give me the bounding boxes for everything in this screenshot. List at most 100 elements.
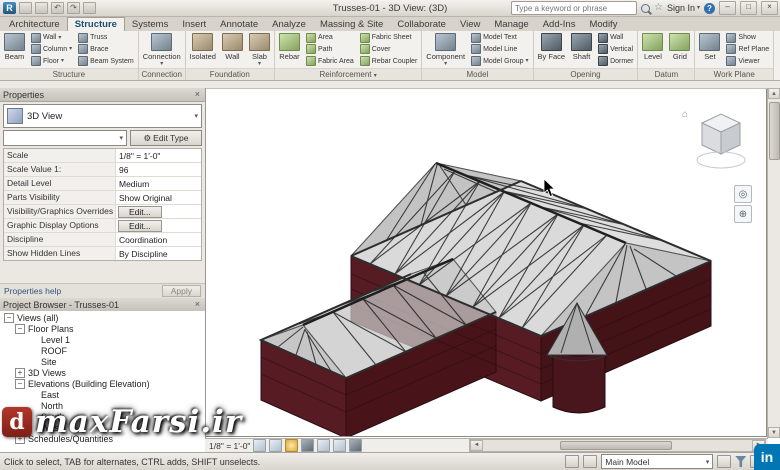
maximize-button[interactable]: □ (740, 1, 757, 15)
tree-item[interactable]: Site (0, 356, 205, 367)
crop-view-icon[interactable] (333, 439, 347, 452)
wall-foundation-button[interactable]: Wall (220, 32, 245, 67)
edit-button[interactable]: Edit... (118, 205, 162, 218)
set-button[interactable]: Set (697, 32, 722, 67)
rendering-icon[interactable] (317, 439, 331, 452)
component-button[interactable]: Component ▾ (424, 32, 467, 67)
print-icon[interactable] (83, 2, 96, 14)
beam-system-button[interactable]: Beam System (76, 56, 136, 67)
viewer-button[interactable]: Viewer (724, 56, 771, 67)
tree-item[interactable]: − Floor Plans (0, 323, 205, 334)
property-value[interactable]: Medium (116, 179, 201, 189)
tree-item[interactable]: South (0, 411, 205, 422)
tab-architecture[interactable]: Architecture (2, 18, 67, 31)
panel-label-datum[interactable]: Datum (638, 68, 695, 80)
shadows-icon[interactable] (301, 439, 315, 452)
tree-item[interactable]: East (0, 389, 205, 400)
property-row[interactable]: Show Hidden Lines By Discipline (4, 247, 201, 260)
scrollbar-thumb[interactable] (769, 102, 780, 160)
tab-structure[interactable]: Structure (66, 17, 125, 31)
connection-button[interactable]: Connection ▾ (141, 32, 183, 67)
property-value[interactable]: Show Original (116, 193, 201, 203)
path-button[interactable]: Path (304, 44, 356, 55)
visual-style-icon[interactable] (269, 439, 283, 452)
redo-icon[interactable]: ↷ (67, 2, 80, 14)
model-text-button[interactable]: Model Text (469, 32, 530, 43)
panel-label-model[interactable]: Model (422, 68, 533, 80)
by-face-button[interactable]: By Face (536, 32, 568, 67)
worksets-icon[interactable] (565, 455, 580, 468)
minimize-button[interactable]: – (719, 1, 736, 15)
panel-label-work-plane[interactable]: Work Plane (695, 68, 774, 80)
scale-button[interactable]: 1/8" = 1'-0" (209, 441, 250, 451)
tab-systems[interactable]: Systems (125, 18, 175, 31)
wall-opening-button[interactable]: Wall (596, 32, 635, 43)
model-line-button[interactable]: Model Line (469, 44, 530, 55)
rebar-button[interactable]: Rebar (277, 32, 302, 67)
apply-button[interactable]: Apply (161, 285, 201, 297)
property-row[interactable]: Detail Level Medium (4, 177, 201, 191)
tab-collaborate[interactable]: Collaborate (390, 18, 453, 31)
scroll-up-icon[interactable]: ▲ (768, 88, 780, 99)
type-selector[interactable]: 3D View ▾ (3, 104, 202, 128)
reveal-hidden-icon[interactable] (349, 439, 363, 452)
property-row[interactable]: Visibility/Graphics Overrides Edit... (4, 205, 201, 219)
model-group-button[interactable]: Model Group ▾ (469, 56, 530, 67)
drawing-area[interactable]: ⌂ ◎ ⊕ (205, 88, 767, 437)
view-cube[interactable] (692, 107, 750, 173)
dormer-button[interactable]: Dormer (596, 56, 635, 67)
floor-button[interactable]: Floor ▾ (29, 56, 74, 67)
slab-button[interactable]: Slab ▾ (247, 32, 272, 67)
tab-view[interactable]: View (453, 18, 487, 31)
tree-item[interactable]: ROOF (0, 345, 205, 356)
sign-in-button[interactable]: Sign In ▾ (667, 3, 700, 13)
close-icon[interactable]: × (193, 90, 202, 99)
properties-header[interactable]: Properties × (0, 88, 205, 102)
tree-item[interactable]: + Schedules/Quantities (0, 433, 205, 444)
edit-type-button[interactable]: ⚙ Edit Type (130, 130, 202, 146)
filter-icon[interactable] (735, 456, 747, 467)
property-value[interactable]: Coordination (116, 235, 201, 245)
expander-icon[interactable]: − (15, 323, 25, 334)
expander-icon[interactable]: − (4, 312, 14, 323)
tab-manage[interactable]: Manage (487, 18, 535, 31)
truss-button[interactable]: Truss (76, 32, 136, 43)
property-row[interactable]: Scale 1/8" = 1'-0" (4, 149, 201, 163)
search-input[interactable] (510, 1, 637, 15)
tree-item[interactable]: Level 1 (0, 334, 205, 345)
expander-icon[interactable]: + (15, 433, 25, 444)
panel-label-structure[interactable]: Structure (0, 68, 138, 80)
vertical-scrollbar[interactable]: ▲ ▼ (767, 88, 780, 438)
close-button[interactable]: × (761, 1, 778, 15)
scrollbar-thumb[interactable] (560, 441, 672, 450)
scroll-down-icon[interactable]: ▼ (768, 427, 780, 438)
property-row[interactable]: Parts Visibility Show Original (4, 191, 201, 205)
panel-label-foundation[interactable]: Foundation (185, 68, 274, 80)
property-value[interactable]: By Discipline (116, 249, 201, 259)
vertical-button[interactable]: Vertical (596, 44, 635, 55)
property-value[interactable]: 1/8" = 1'-0" (116, 151, 201, 161)
grid-button[interactable]: Grid (667, 32, 692, 67)
project-browser-header[interactable]: Project Browser - Trusses-01 × (0, 298, 205, 312)
search-icon[interactable] (640, 3, 650, 13)
show-button[interactable]: Show (724, 32, 771, 43)
column-button[interactable]: Column ▾ (29, 44, 74, 55)
ref-plane-button[interactable]: Ref Plane (724, 44, 771, 55)
tab-massing-site[interactable]: Massing & Site (313, 18, 390, 31)
main-model-select[interactable]: Main Model ▾ (601, 454, 714, 469)
open-icon[interactable] (19, 2, 32, 14)
brace-button[interactable]: Brace (76, 44, 136, 55)
detail-level-icon[interactable] (253, 439, 267, 452)
beam-button[interactable]: Beam (2, 32, 27, 67)
tab-insert[interactable]: Insert (175, 18, 213, 31)
expander-icon[interactable]: − (15, 378, 25, 389)
property-row[interactable]: Graphic Display Options Edit... (4, 219, 201, 233)
undo-icon[interactable]: ↶ (51, 2, 64, 14)
shaft-button[interactable]: Shaft (569, 32, 594, 67)
tree-item[interactable]: − Elevations (Building Elevation) (0, 378, 205, 389)
tree-item[interactable]: +3D Views (0, 367, 205, 378)
cover-button[interactable]: Cover (358, 44, 420, 55)
tab-modify[interactable]: Modify (582, 18, 624, 31)
tree-item[interactable]: North (0, 400, 205, 411)
properties-help-link[interactable]: Properties help (4, 286, 61, 296)
